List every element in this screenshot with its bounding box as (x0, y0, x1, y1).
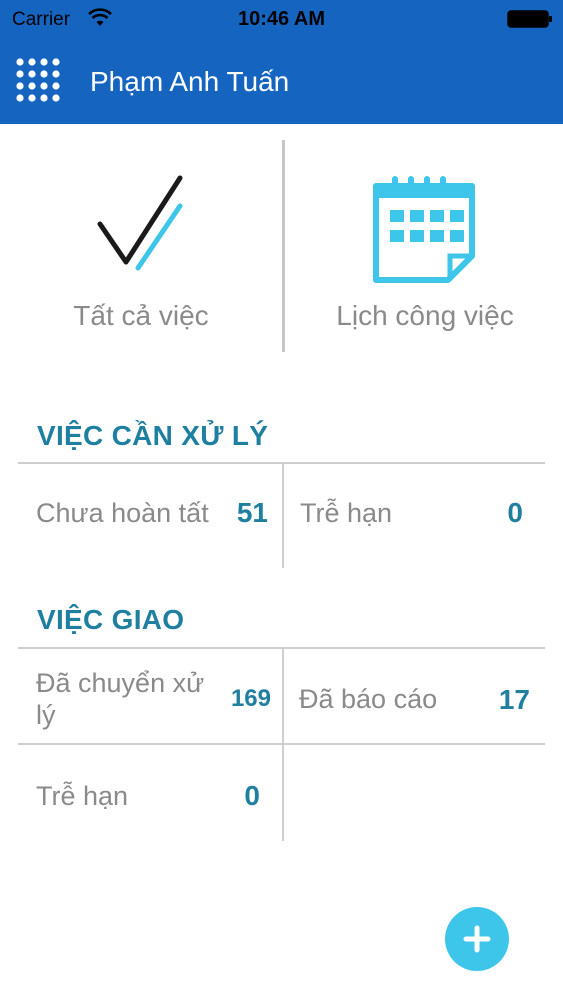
page-title: Phạm Anh Tuấn (90, 66, 290, 97)
pending-section-title: VIỆC CẦN XỬ LÝ (37, 420, 269, 451)
pending-overdue-cell[interactable]: Trễ hạn 0 (284, 464, 545, 568)
pending-overdue-label: Trễ hạn (300, 498, 393, 528)
task-calendar-tile[interactable]: Lịch công việc (284, 140, 563, 352)
assigned-overdue-cell[interactable]: Trễ hạn 0 (0, 745, 282, 841)
calendar-icon (373, 176, 475, 283)
pending-incomplete-count: 51 (236, 497, 268, 528)
plus-icon (463, 925, 491, 953)
task-calendar-label: Lịch công việc (336, 300, 514, 331)
assigned-overdue-count: 0 (244, 780, 260, 811)
assigned-section-title: VIỆC GIAO (37, 604, 185, 635)
checkmark-icon (97, 175, 183, 271)
pending-incomplete-cell[interactable]: Chưa hoàn tất 51 (0, 464, 282, 568)
assigned-reported-count: 17 (498, 684, 530, 715)
assigned-forwarded-cell[interactable]: Đã chuyển xử lý 169 (0, 649, 282, 744)
status-bar: Carrier 10:46 AM (0, 0, 563, 40)
top-bar: Carrier 10:46 AM Phạm Anh Tuấn (0, 0, 563, 124)
assigned-forwarded-label: Đã chuyển xử lý (36, 668, 205, 730)
pending-overdue-count: 0 (507, 497, 523, 528)
assigned-forwarded-count: 169 (230, 685, 271, 712)
pending-incomplete-label: Chưa hoàn tất (36, 498, 209, 528)
battery-icon (507, 10, 552, 28)
add-task-button[interactable] (445, 907, 509, 971)
all-tasks-tile[interactable]: Tất cả việc (0, 140, 282, 352)
all-tasks-label: Tất cả việc (73, 300, 209, 331)
status-time: 10:46 AM (237, 8, 326, 30)
assigned-overdue-label: Trễ hạn (36, 781, 129, 811)
assigned-reported-cell[interactable]: Đã báo cáo 17 (284, 649, 545, 744)
grid-menu-icon[interactable] (14, 56, 62, 104)
assigned-reported-label: Đã báo cáo (299, 684, 438, 714)
